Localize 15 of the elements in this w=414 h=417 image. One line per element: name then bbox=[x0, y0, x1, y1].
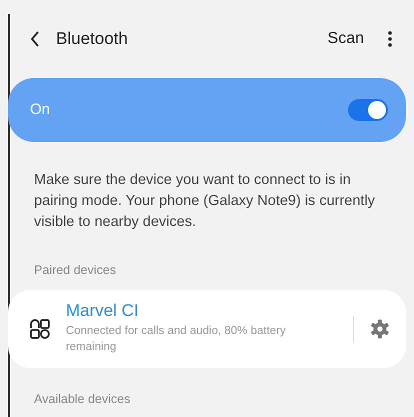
device-status: Connected for calls and audio, 80% battery remaining bbox=[66, 324, 287, 355]
page-title: Bluetooth bbox=[56, 28, 128, 50]
settings-icon[interactable] bbox=[370, 318, 390, 339]
device-icon bbox=[30, 318, 50, 339]
section-heading: Paired devices bbox=[33, 262, 117, 280]
bluetooth-switch-bar[interactable]: On bbox=[8, 78, 406, 142]
paired-device-item[interactable]: Marvel CI Connected for calls and audio, 80% battery remaining bbox=[8, 290, 406, 368]
switch-label: On bbox=[30, 100, 50, 120]
section-heading: Available devices bbox=[33, 390, 132, 408]
back-icon[interactable] bbox=[30, 31, 40, 47]
more-options-icon[interactable] bbox=[388, 31, 392, 47]
toggle-switch[interactable] bbox=[348, 99, 388, 121]
pairing-description: Make sure the device you want to connect to is in pairing mode. Your phone (Galaxy Note9) is currently visible to nearby devices. bbox=[33, 171, 376, 232]
scan-button[interactable]: Scan bbox=[328, 27, 364, 51]
device-name: Marvel CI bbox=[66, 302, 140, 320]
